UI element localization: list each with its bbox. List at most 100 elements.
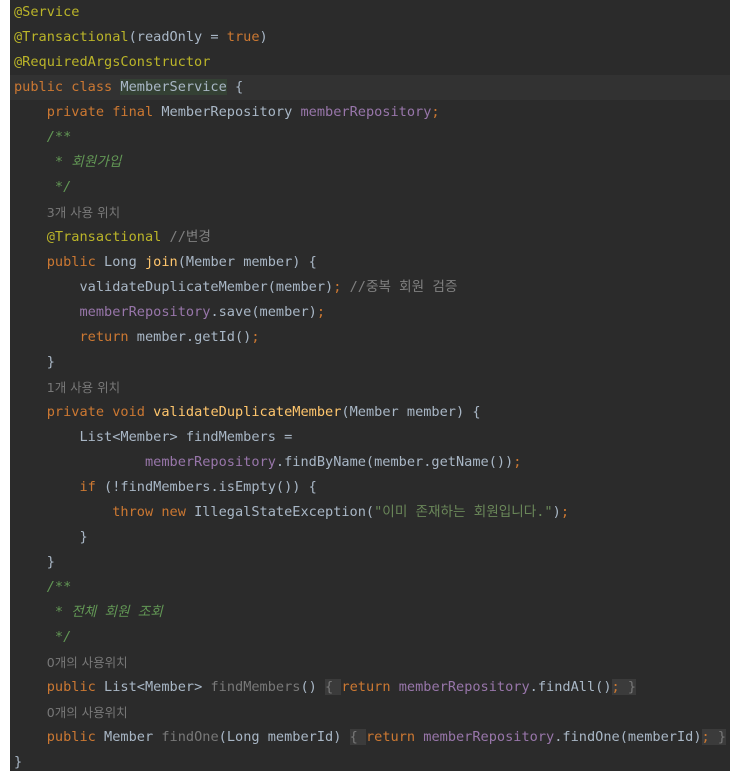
- code-token-txt: }: [79, 529, 88, 545]
- code-line[interactable]: @Transactional //변경: [10, 225, 730, 250]
- code-token-kw: ;: [560, 504, 569, 520]
- code-token-txt: (Member member) {: [341, 404, 481, 420]
- code-line[interactable]: validateDuplicateMember(member); //중복 회원…: [10, 275, 730, 300]
- code-token-txt: (Long memberId): [218, 729, 350, 745]
- code-token-doc: */: [46, 629, 72, 645]
- code-token-txt: }: [46, 354, 55, 370]
- code-line[interactable]: private void validateDuplicateMember(Mem…: [10, 400, 730, 425]
- code-token-kw: ;: [316, 304, 326, 320]
- code-line[interactable]: @RequiredArgsConstructor: [10, 50, 730, 75]
- code-line[interactable]: List<Member> findMembers =: [10, 425, 730, 450]
- code-token-txt: .findAll(): [529, 679, 612, 695]
- code-token-fld: memberRepository: [79, 304, 211, 320]
- code-token-unused: }: [627, 679, 637, 695]
- code-line[interactable]: }: [10, 550, 730, 575]
- usage-hint[interactable]: 0개의 사용위치: [47, 655, 128, 670]
- code-line[interactable]: @Service: [10, 0, 730, 25]
- code-token-txt: List<Member>: [104, 679, 211, 695]
- code-token-txt: MemberService: [120, 79, 227, 95]
- code-line[interactable]: /**: [10, 125, 730, 150]
- code-token-kw: throw new: [112, 504, 195, 520]
- code-token-ann: @RequiredArgsConstructor: [14, 54, 211, 70]
- code-token-cmt: //중복 회원 검증: [349, 279, 458, 295]
- code-token-txt: Member: [104, 729, 162, 745]
- code-token-txt: (Member member) {: [177, 254, 317, 270]
- code-token-txt: MemberRepository: [161, 104, 301, 120]
- code-token-txt: (readOnly =: [128, 29, 227, 45]
- code-token-doc: * 전체 회원 조회: [46, 604, 163, 620]
- code-token-txt: member.getId(): [136, 329, 252, 345]
- usage-hint[interactable]: 3개 사용 위치: [47, 205, 120, 220]
- code-token-fld: memberRepository: [144, 454, 276, 470]
- code-line[interactable]: memberRepository.findByName(member.getNa…: [10, 450, 730, 475]
- code-line[interactable]: public class MemberService {: [10, 75, 730, 100]
- code-token-txt: .findOne(memberId): [554, 729, 702, 745]
- code-line[interactable]: throw new IllegalStateException("이미 존재하는…: [10, 500, 730, 525]
- code-token-kw: public: [46, 254, 105, 270]
- code-token-txt: .findByName(member.getName()): [275, 454, 514, 470]
- code-line[interactable]: }: [10, 750, 730, 775]
- code-token-txt: .save(member): [210, 304, 317, 320]
- code-token-kw: private final: [46, 104, 162, 120]
- code-token-txt: {: [226, 79, 244, 95]
- code-line[interactable]: 1개 사용 위치: [10, 375, 730, 400]
- code-line[interactable]: * 회원가입: [10, 150, 730, 175]
- code-token-kw: ;: [611, 679, 628, 695]
- code-line[interactable]: */: [10, 625, 730, 650]
- code-token-unused: }: [717, 729, 727, 745]
- code-line[interactable]: public List<Member> findMembers() { retu…: [10, 675, 730, 700]
- code-line[interactable]: @Transactional(readOnly = true): [10, 25, 730, 50]
- code-token-fld: memberRepository: [398, 679, 530, 695]
- code-line[interactable]: * 전체 회원 조회: [10, 600, 730, 625]
- code-token-ann: @Service: [14, 4, 80, 20]
- code-token-txt: ): [552, 504, 561, 520]
- code-token-unused: {: [325, 679, 342, 695]
- code-line[interactable]: if (!findMembers.isEmpty()) {: [10, 475, 730, 500]
- code-token-ann: @Transactional: [46, 229, 170, 245]
- code-token-doc: /**: [46, 129, 72, 145]
- code-line[interactable]: }: [10, 525, 730, 550]
- code-token-fld: memberRepository: [300, 104, 432, 120]
- code-token-ann: @Transactional: [14, 29, 129, 45]
- code-token-kw: public: [46, 679, 105, 695]
- code-token-fn: validateDuplicateMember: [153, 404, 342, 420]
- usage-hint[interactable]: 0개의 사용위치: [47, 705, 128, 720]
- code-token-fld: memberRepository: [423, 729, 555, 745]
- code-token-kw: ;: [513, 454, 522, 470]
- code-line[interactable]: public Member findOne(Long memberId) { r…: [10, 725, 730, 750]
- code-line[interactable]: */: [10, 175, 730, 200]
- code-editor[interactable]: @Service @Transactional(readOnly = true) @…: [10, 0, 730, 771]
- code-line[interactable]: }: [10, 350, 730, 375]
- code-token-kw: ;: [431, 104, 440, 120]
- code-line[interactable]: return member.getId();: [10, 325, 730, 350]
- code-token-doc: * 회원가입: [46, 154, 122, 170]
- code-line[interactable]: memberRepository.save(member);: [10, 300, 730, 325]
- code-token-kw: ;: [251, 329, 260, 345]
- code-token-txt: List<Member> findMembers =: [79, 429, 293, 445]
- code-line[interactable]: 0개의 사용위치: [10, 700, 730, 725]
- usage-hint[interactable]: 1개 사용 위치: [47, 380, 120, 395]
- code-line[interactable]: 0개의 사용위치: [10, 650, 730, 675]
- code-line[interactable]: 3개 사용 위치: [10, 200, 730, 225]
- code-token-txt: (!findMembers.isEmpty()) {: [104, 479, 317, 495]
- code-token-kw: if: [79, 479, 105, 495]
- code-line[interactable]: private final MemberRepository memberRep…: [10, 100, 730, 125]
- code-line[interactable]: public Long join(Member member) {: [10, 250, 730, 275]
- code-line[interactable]: /**: [10, 575, 730, 600]
